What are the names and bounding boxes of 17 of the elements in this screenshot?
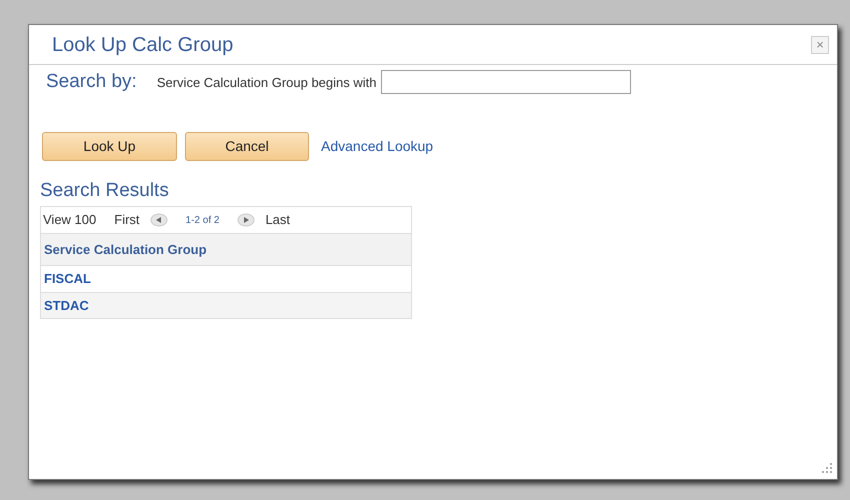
search-by-label: Search by: — [46, 70, 137, 94]
dialog-title: Look Up Calc Group — [52, 32, 234, 56]
search-field[interactable] — [380, 70, 630, 94]
field-label: Service Calculation Group begins with — [156, 74, 376, 92]
resize-grip-icon[interactable] — [819, 461, 833, 475]
view-all-link[interactable]: View 100 — [43, 210, 96, 230]
look-up-button[interactable]: Look Up — [42, 132, 177, 160]
column-header: Service Calculation Group — [41, 232, 411, 266]
page-range: 1-2 of 2 — [186, 214, 220, 228]
section-title: Search Results — [40, 180, 170, 202]
last-link[interactable]: Last — [265, 210, 290, 230]
result-link[interactable]: STDAC — [41, 292, 411, 318]
first-link[interactable]: First — [114, 210, 140, 230]
cancel-button[interactable]: Cancel — [185, 132, 309, 160]
next-icon[interactable] — [237, 213, 256, 228]
previous-icon[interactable] — [150, 213, 168, 228]
advanced-lookup-link[interactable]: Advanced Lookup — [321, 136, 434, 156]
